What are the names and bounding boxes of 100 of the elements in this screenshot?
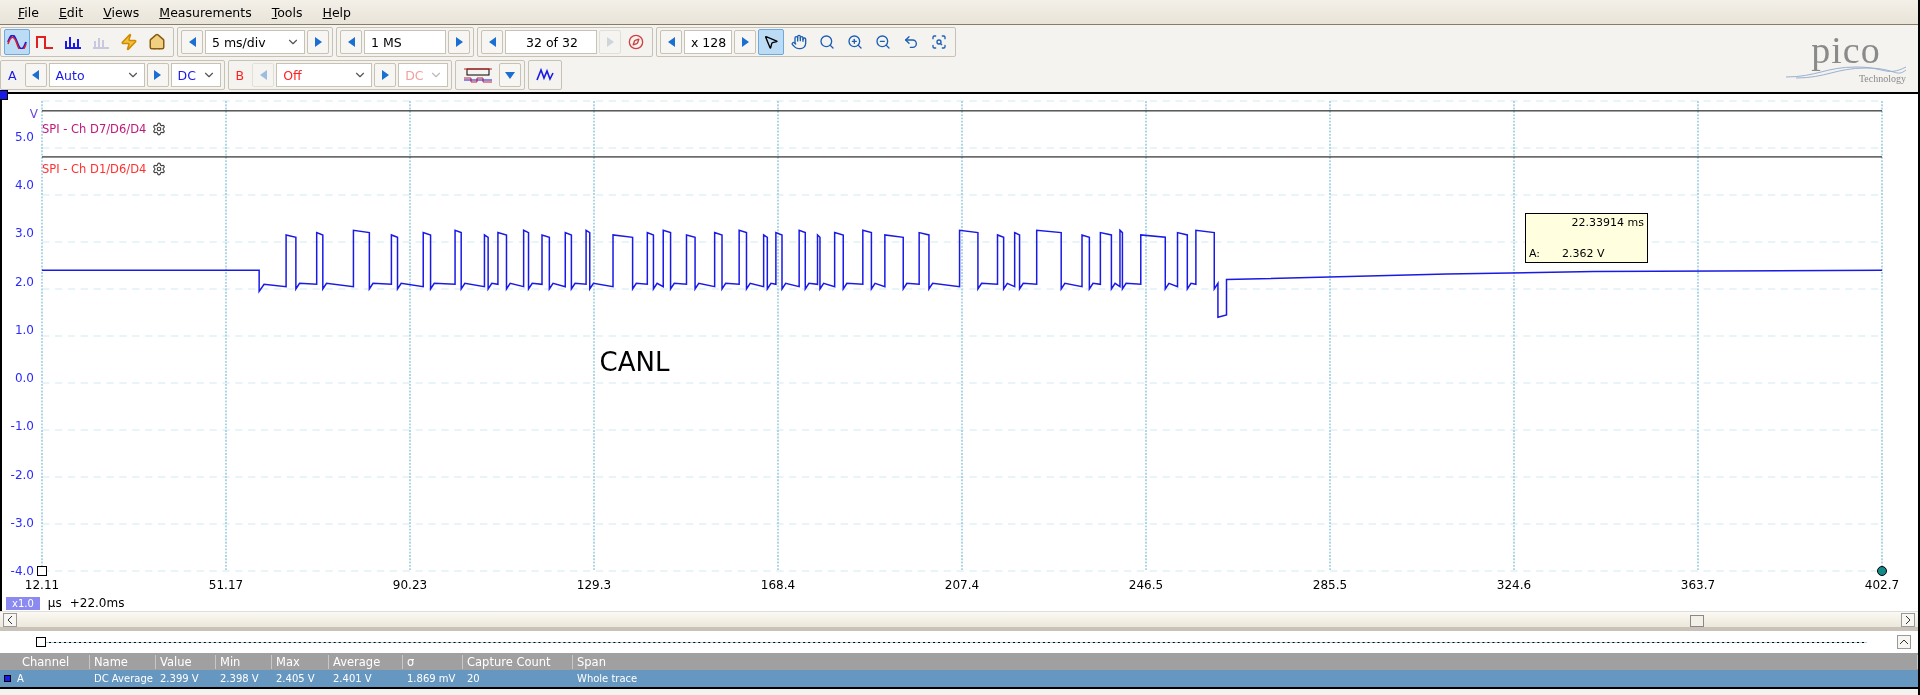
channel-color-icon — [4, 675, 11, 682]
menu-item[interactable]: Tools — [261, 4, 313, 20]
triangle-right-icon — [741, 37, 749, 47]
x-axis-unit: μs — [47, 596, 62, 610]
pointer-button[interactable] — [758, 29, 784, 55]
x-axis-label: 324.6 — [1496, 578, 1532, 592]
y-axis-label: -2.0 — [10, 467, 35, 482]
menu-item[interactable]: Measurements — [149, 4, 262, 20]
triangle-left-icon — [188, 37, 196, 47]
home-icon — [148, 33, 166, 51]
step-right-button[interactable] — [734, 30, 756, 54]
y-axis-label: 1.0 — [14, 322, 35, 337]
x-axis-label: 129.3 — [576, 578, 612, 592]
scope-mode-button[interactable] — [4, 29, 30, 55]
triangle-right-icon — [381, 70, 389, 80]
lightning-icon — [120, 33, 138, 51]
buffer-field[interactable]: 32 of 32 — [505, 30, 597, 54]
menu-item[interactable]: File — [8, 4, 49, 20]
timebase-dropdown[interactable]: 5 ms/div — [205, 30, 305, 54]
hand-icon — [791, 34, 807, 50]
x-axis-label: 402.7 — [1864, 578, 1900, 592]
table-cell-text: 1.869 mV — [406, 673, 457, 684]
menu-item[interactable]: Edit — [48, 4, 94, 20]
triangle-right-icon — [314, 37, 322, 47]
x-axis-label: 51.17 — [208, 578, 244, 592]
overview-handle-icon[interactable] — [36, 637, 46, 647]
x-axis-label: 207.4 — [944, 578, 980, 592]
y-axis-label: -1.0 — [10, 419, 35, 434]
step-left-button[interactable] — [481, 30, 503, 54]
samples-field[interactable]: 1 MS — [364, 30, 446, 54]
menu-item[interactable]: Views — [93, 4, 150, 20]
zoom-field[interactable]: x 128 — [684, 30, 732, 54]
table-cell-text: 2.398 V — [219, 673, 260, 684]
scroll-up-button[interactable] — [1897, 635, 1911, 649]
y-axis-label: 2.0 — [14, 274, 35, 289]
logo-name: pico — [1811, 31, 1881, 69]
bar-chart-icon — [92, 35, 110, 49]
menu-item[interactable]: Help — [312, 4, 361, 20]
step-left-button[interactable] — [340, 30, 362, 54]
triangle-right-icon — [455, 37, 463, 47]
zoom-in-icon — [847, 34, 863, 50]
magnifier-icon — [819, 34, 835, 50]
compass-icon — [628, 34, 644, 50]
y-axis-label: 4.0 — [14, 178, 35, 193]
tooltip-time: 22.33914 ms — [1571, 215, 1645, 229]
tooltip-channel: A: — [1529, 246, 1541, 260]
channel-label[interactable]: A — [4, 67, 23, 83]
step-right-button[interactable] — [374, 63, 397, 87]
settings-icon[interactable] — [152, 122, 167, 136]
table-cell-text: 20 — [466, 673, 481, 684]
zoom-out-icon — [875, 34, 891, 50]
settings-icon[interactable] — [152, 162, 167, 176]
triangle-left-icon — [32, 70, 40, 80]
triangle-left-icon — [259, 70, 267, 80]
step-right-button[interactable] — [307, 30, 329, 54]
x-axis-label: 246.5 — [1128, 578, 1164, 592]
table-cell-text: Whole trace — [576, 673, 639, 684]
x-axis-label: 168.4 — [760, 578, 796, 592]
dropdown-button[interactable] — [499, 63, 522, 87]
y-axis-label: 3.0 — [14, 226, 35, 241]
triangle-right-icon — [606, 37, 614, 47]
step-left-button[interactable] — [181, 30, 203, 54]
sine-wave-icon — [7, 35, 27, 49]
time-offset: +22.0ms — [69, 596, 125, 610]
x-axis-label: 285.5 — [1312, 578, 1348, 592]
pointer-icon — [763, 34, 779, 50]
y-axis-unit: V — [29, 107, 39, 121]
scrollbar-thumb[interactable] — [1690, 615, 1704, 627]
square-pulse-icon — [36, 35, 54, 49]
signal-generator-icon — [463, 66, 494, 84]
coupling-dropdown[interactable]: DC — [170, 63, 221, 87]
table-cell-text: 2.405 V — [275, 673, 316, 684]
annotation-text: CANL — [599, 346, 670, 377]
triangle-right-icon — [154, 70, 162, 80]
zoom-badge: x1.0 — [6, 596, 40, 610]
triangle-left-icon — [667, 37, 675, 47]
ruler-handle-icon[interactable] — [37, 566, 47, 576]
range-dropdown[interactable]: Auto — [48, 63, 145, 87]
table-cell-text: 2.401 V — [332, 673, 373, 684]
y-axis-label: 5.0 — [14, 130, 35, 144]
undo-icon — [903, 34, 919, 50]
step-left-button[interactable] — [660, 30, 682, 54]
horizontal-scrollbar[interactable] — [0, 611, 1918, 631]
decoder-label: SPI - Ch D7/D6/D4 — [42, 122, 147, 136]
chevron-left-icon — [7, 615, 13, 624]
triangle-left-icon — [347, 37, 355, 47]
chevron-up-icon — [1900, 639, 1908, 645]
step-right-button[interactable] — [146, 63, 169, 87]
y-axis-label: 0.0 — [14, 371, 35, 386]
decoder-label: SPI - Ch D1/D6/D4 — [42, 162, 147, 176]
scroll-right-button[interactable] — [1901, 612, 1915, 627]
table-cell: A — [17, 673, 24, 684]
table-cell-text: 2.399 V — [159, 673, 200, 684]
logo-tagline: Technology — [1858, 73, 1906, 84]
step-right-button[interactable] — [448, 30, 470, 54]
scroll-left-button[interactable] — [3, 612, 17, 627]
table-cell-text: DC Average — [93, 673, 154, 684]
step-left-button[interactable] — [24, 63, 47, 87]
range-dropdown[interactable]: Off — [276, 63, 373, 87]
chevron-right-icon — [1905, 615, 1911, 624]
